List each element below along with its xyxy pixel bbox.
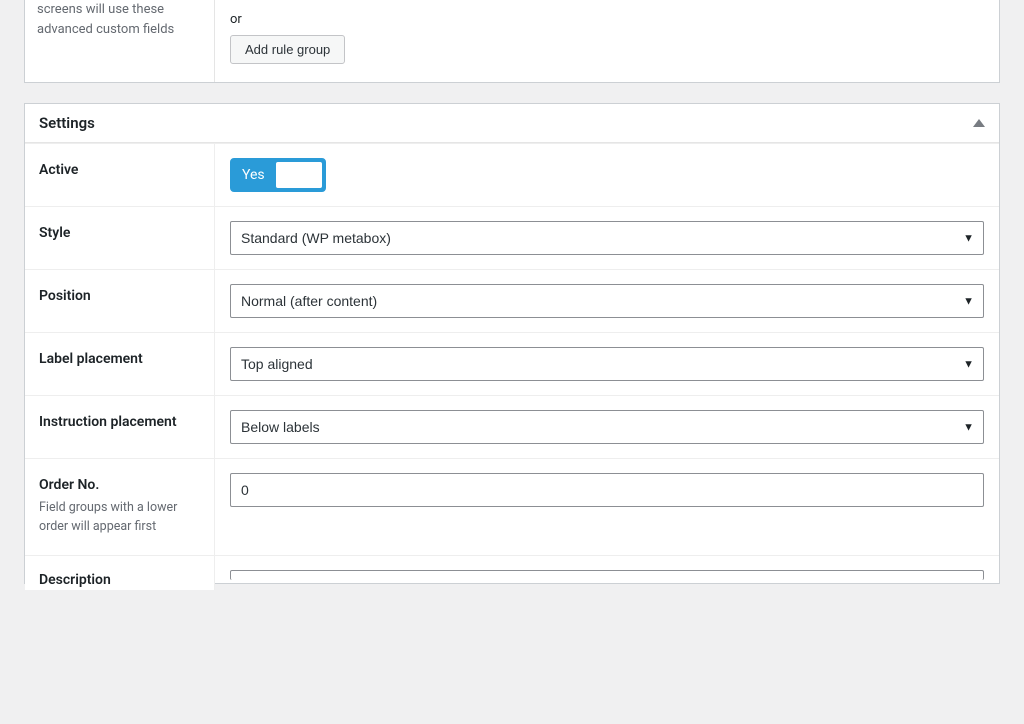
label-placement-select[interactable]: Top aligned <box>230 347 984 381</box>
style-select[interactable]: Standard (WP metabox) <box>230 221 984 255</box>
or-label: or <box>230 12 984 27</box>
label-placement-label: Label placement <box>25 333 215 395</box>
instruction-placement-label: Instruction placement <box>25 396 215 458</box>
collapse-icon[interactable] <box>973 119 985 127</box>
active-label: Active <box>25 144 215 206</box>
active-toggle-label: Yes <box>232 167 265 183</box>
add-rule-group-button[interactable]: Add rule group <box>230 35 345 64</box>
settings-title: Settings <box>39 114 95 132</box>
description-label: Description <box>25 556 215 590</box>
order-no-label: Order No. <box>39 477 200 493</box>
instruction-placement-select[interactable]: Below labels <box>230 410 984 444</box>
active-toggle[interactable]: Yes <box>230 158 326 192</box>
order-no-desc: Field groups with a lower order will app… <box>39 499 200 537</box>
position-select[interactable]: Normal (after content) <box>230 284 984 318</box>
toggle-knob <box>276 162 322 188</box>
style-label: Style <box>25 207 215 269</box>
description-input[interactable] <box>230 570 984 580</box>
position-label: Position <box>25 270 215 332</box>
rules-description-text: screens will use these advanced custom f… <box>25 0 215 82</box>
order-no-input[interactable] <box>230 473 984 507</box>
